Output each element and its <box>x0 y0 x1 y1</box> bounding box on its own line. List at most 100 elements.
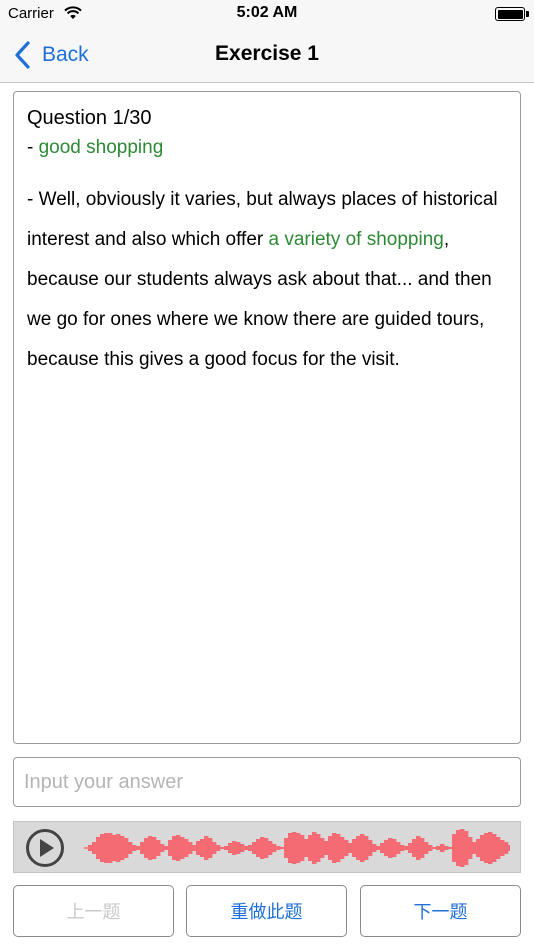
waveform-bar <box>224 846 229 850</box>
waveform-bar <box>488 832 493 864</box>
waveform-bar <box>280 847 285 849</box>
next-question-button[interactable]: 下一题 <box>360 885 521 937</box>
audio-waveform[interactable] <box>84 822 510 874</box>
waveform-bar <box>412 839 417 857</box>
waveform-bar <box>288 833 293 863</box>
waveform-bar <box>336 834 341 862</box>
waveform-bar <box>276 846 281 850</box>
waveform-bar <box>396 842 401 854</box>
waveform-bar <box>392 839 397 857</box>
redo-question-button[interactable]: 重做此题 <box>186 885 347 937</box>
question-keyword-line: - good shopping <box>27 134 507 162</box>
waveform-bar <box>104 833 109 863</box>
waveform-bar <box>476 839 481 857</box>
waveform-bar <box>140 842 145 854</box>
waveform-bar <box>284 838 289 858</box>
question-text-box[interactable]: Question 1/30 - good shopping - Well, ob… <box>13 91 521 744</box>
waveform-bar <box>408 843 413 853</box>
waveform-bar <box>176 835 181 861</box>
waveform-bar <box>376 846 381 850</box>
waveform-bar <box>268 841 273 855</box>
transcript-part-2: , because our students always ask about … <box>27 229 492 370</box>
battery-tip <box>526 11 529 17</box>
waveform-bar <box>192 845 197 851</box>
waveform-bar <box>128 842 133 854</box>
waveform-bar <box>332 833 337 863</box>
waveform-bar <box>92 842 97 854</box>
question-counter: Question 1/30 <box>27 107 152 129</box>
status-bar: Carrier 5:02 AM <box>0 0 534 28</box>
waveform-bar <box>428 845 433 851</box>
waveform-bar <box>328 836 333 860</box>
previous-question-button[interactable]: 上一题 <box>13 885 174 937</box>
waveform-bar <box>360 834 365 862</box>
waveform-bar <box>492 834 497 862</box>
waveform-bar <box>248 845 253 851</box>
answer-input[interactable] <box>13 757 521 807</box>
waveform-bar <box>124 838 129 858</box>
waveform-bar <box>368 840 373 856</box>
transcript-highlight: a variety of shopping <box>268 229 444 250</box>
waveform-bar <box>172 836 177 860</box>
waveform-bar <box>320 838 325 858</box>
waveform-bar <box>152 837 157 859</box>
waveform-bar <box>504 842 509 854</box>
waveform-bar <box>132 845 137 851</box>
waveform-bar <box>164 846 169 850</box>
waveform-bar <box>296 833 301 863</box>
waveform-bar <box>384 840 389 856</box>
waveform-bar <box>440 844 445 852</box>
waveform-bar <box>372 844 377 852</box>
waveform-bar <box>272 844 277 852</box>
waveform-bar <box>308 835 313 861</box>
waveform-bar <box>144 838 149 858</box>
waveform-bar <box>400 845 405 851</box>
waveform-bar <box>292 832 297 864</box>
waveform-bar <box>204 836 209 860</box>
waveform-bar <box>304 839 309 857</box>
waveform-bar <box>312 832 317 864</box>
waveform-bar <box>116 834 121 862</box>
waveform-bar <box>496 837 501 859</box>
waveform-bar <box>444 846 449 850</box>
waveform-bar <box>380 843 385 853</box>
waveform-bar <box>364 836 369 860</box>
waveform-bar <box>216 845 221 851</box>
waveform-bar <box>352 839 357 857</box>
waveform-bar <box>404 846 409 850</box>
navigation-bar: Back Exercise 1 <box>0 28 534 83</box>
waveform-bar <box>424 842 429 854</box>
waveform-bar <box>136 846 141 850</box>
waveform-bar <box>340 837 345 859</box>
waveform-bar <box>156 840 161 856</box>
waveform-bar <box>264 838 269 858</box>
waveform-bar <box>112 835 117 861</box>
waveform-bar <box>100 834 105 862</box>
waveform-bar <box>436 846 441 850</box>
waveform-bar <box>108 833 113 863</box>
waveform-bar <box>484 833 489 863</box>
waveform-bar <box>212 842 217 854</box>
waveform-bar <box>500 840 505 856</box>
waveform-bar <box>356 836 361 860</box>
waveform-bar <box>448 847 453 849</box>
waveform-bar <box>96 837 101 859</box>
waveform-bar <box>220 847 225 849</box>
waveform-bar <box>240 844 245 852</box>
waveform-bar <box>480 835 485 861</box>
waveform-bar <box>300 835 305 861</box>
waveform-bar <box>468 837 473 859</box>
play-circle-icon[interactable] <box>25 828 65 868</box>
waveform-bar <box>244 846 249 850</box>
waveform-bar <box>160 844 165 852</box>
waveform-bar <box>260 837 265 859</box>
waveform-bar <box>508 845 510 851</box>
waveform-bar <box>168 840 173 856</box>
waveform-bar <box>180 837 185 859</box>
waveform-bar <box>416 836 421 860</box>
waveform-bar <box>316 834 321 862</box>
waveform-bar <box>472 842 477 854</box>
keyword-text: good shopping <box>38 137 164 158</box>
page-title: Exercise 1 <box>215 42 319 65</box>
waveform-bar <box>432 847 437 849</box>
